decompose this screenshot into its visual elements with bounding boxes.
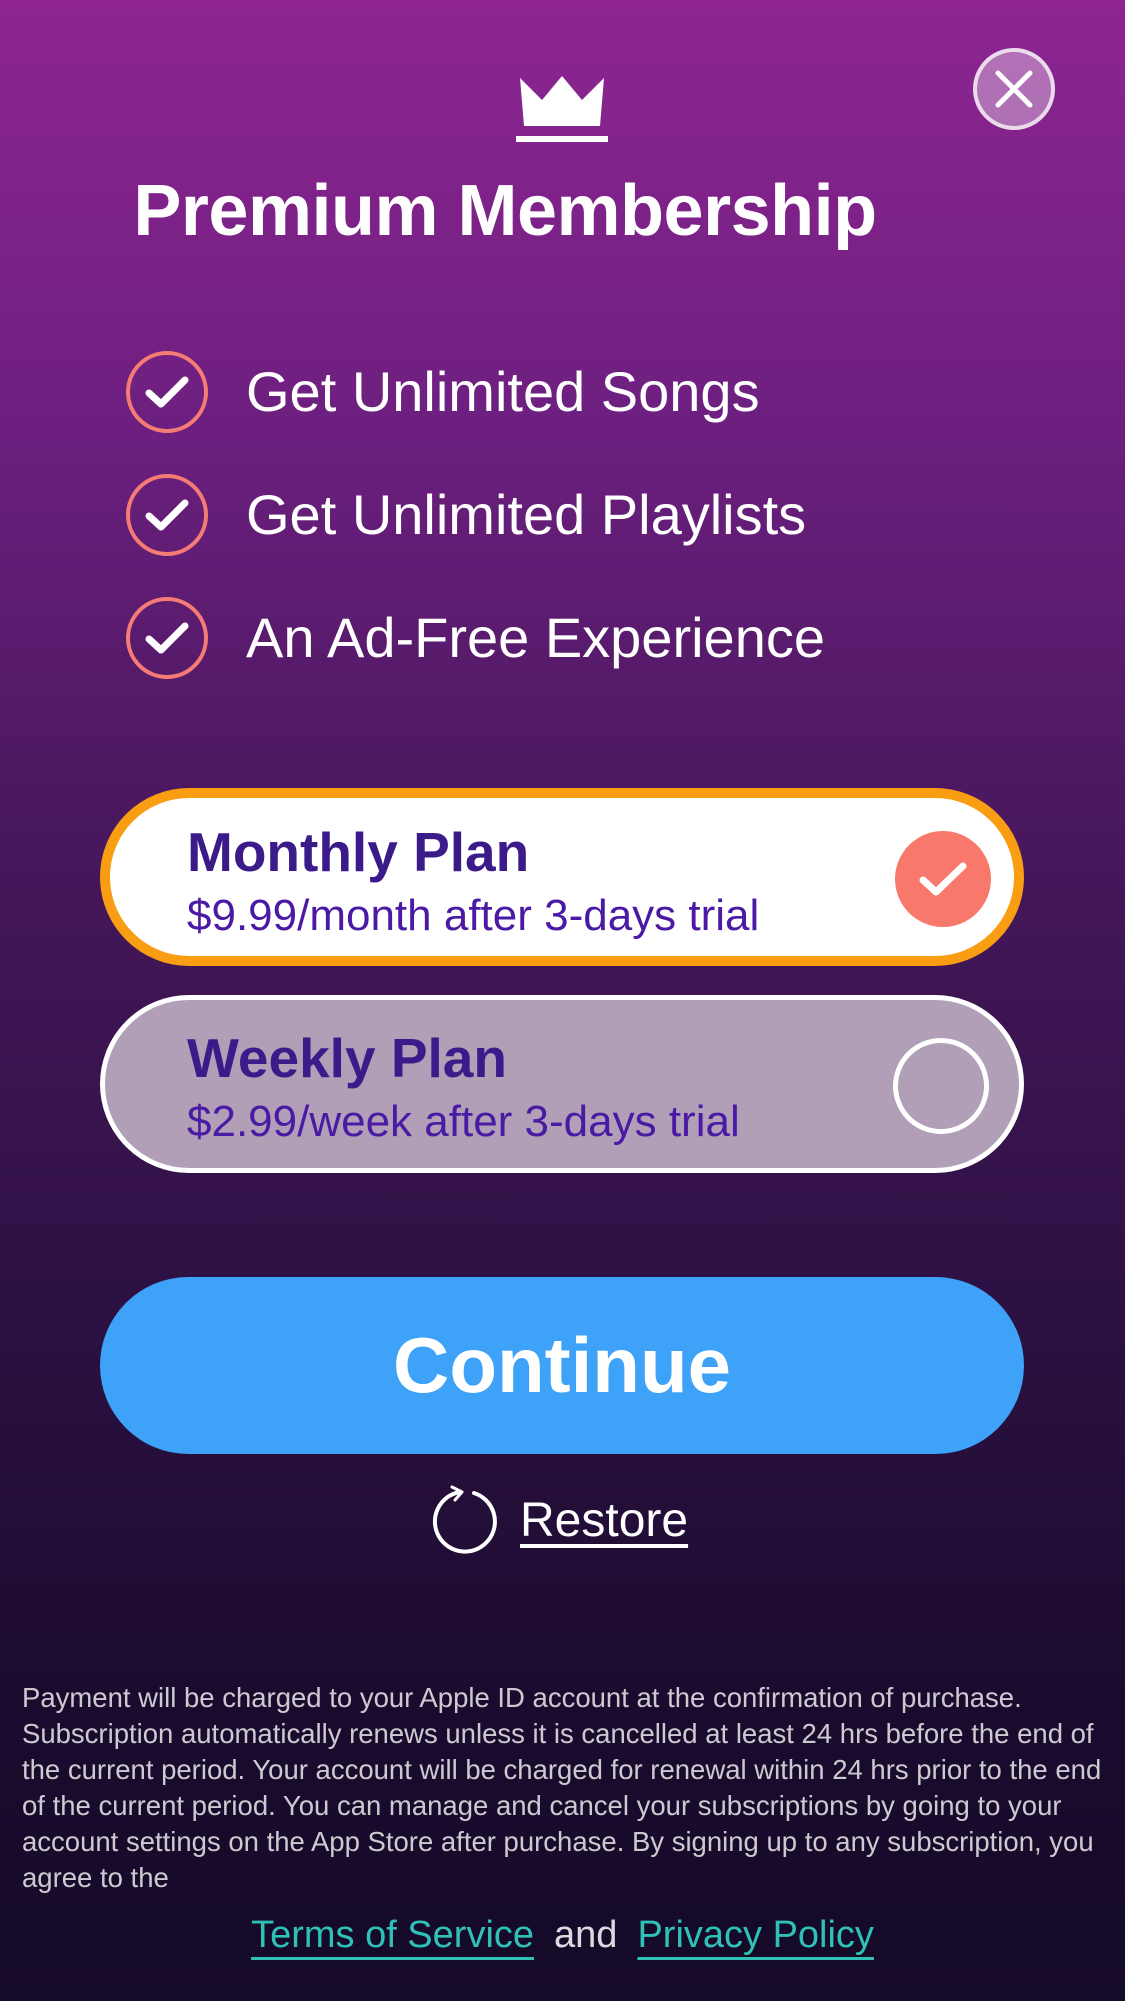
legal-text: Payment will be charged to your Apple ID… xyxy=(22,1682,1102,1893)
monthly-plan-option[interactable]: Monthly Plan $9.99/month after 3-days tr… xyxy=(100,788,1024,966)
plan-name: Monthly Plan xyxy=(187,821,530,883)
plan-name: Weekly Plan xyxy=(187,1027,507,1089)
legal-links: Terms of Service and Privacy Policy xyxy=(0,1914,1125,1957)
page-title: Premium Membership xyxy=(133,171,877,251)
weekly-plan-option[interactable]: Weekly Plan $2.99/week after 3-days tria… xyxy=(100,995,1024,1173)
feature-item: Get Unlimited Playlists xyxy=(126,453,825,576)
close-button[interactable] xyxy=(973,48,1055,130)
refresh-icon xyxy=(432,1485,497,1554)
feature-item: An Ad-Free Experience xyxy=(126,576,825,699)
and-label: and xyxy=(554,1914,618,1956)
feature-label: Get Unlimited Playlists xyxy=(246,483,807,546)
feature-label: An Ad-Free Experience xyxy=(246,606,825,669)
check-circle-icon xyxy=(126,596,208,679)
check-circle-icon xyxy=(126,350,208,433)
restore-label: Restore xyxy=(520,1493,689,1547)
privacy-policy-link[interactable]: Privacy Policy xyxy=(637,1914,874,1957)
plan-price: $9.99/month after 3-days trial xyxy=(187,891,760,940)
selected-check-icon xyxy=(895,831,991,927)
feature-label: Get Unlimited Songs xyxy=(246,360,760,423)
feature-item: Get Unlimited Songs xyxy=(126,330,825,453)
terms-of-service-link[interactable]: Terms of Service xyxy=(251,1914,534,1957)
restore-button[interactable]: Restore xyxy=(430,1484,688,1556)
crown-icon xyxy=(516,76,608,142)
continue-button[interactable]: Continue xyxy=(100,1277,1024,1454)
plan-price: $2.99/week after 3-days trial xyxy=(187,1097,740,1146)
check-circle-icon xyxy=(126,473,208,556)
feature-list: Get Unlimited Songs Get Unlimited Playli… xyxy=(126,330,825,699)
close-icon xyxy=(995,70,1033,108)
unselected-radio-icon xyxy=(893,1038,989,1134)
